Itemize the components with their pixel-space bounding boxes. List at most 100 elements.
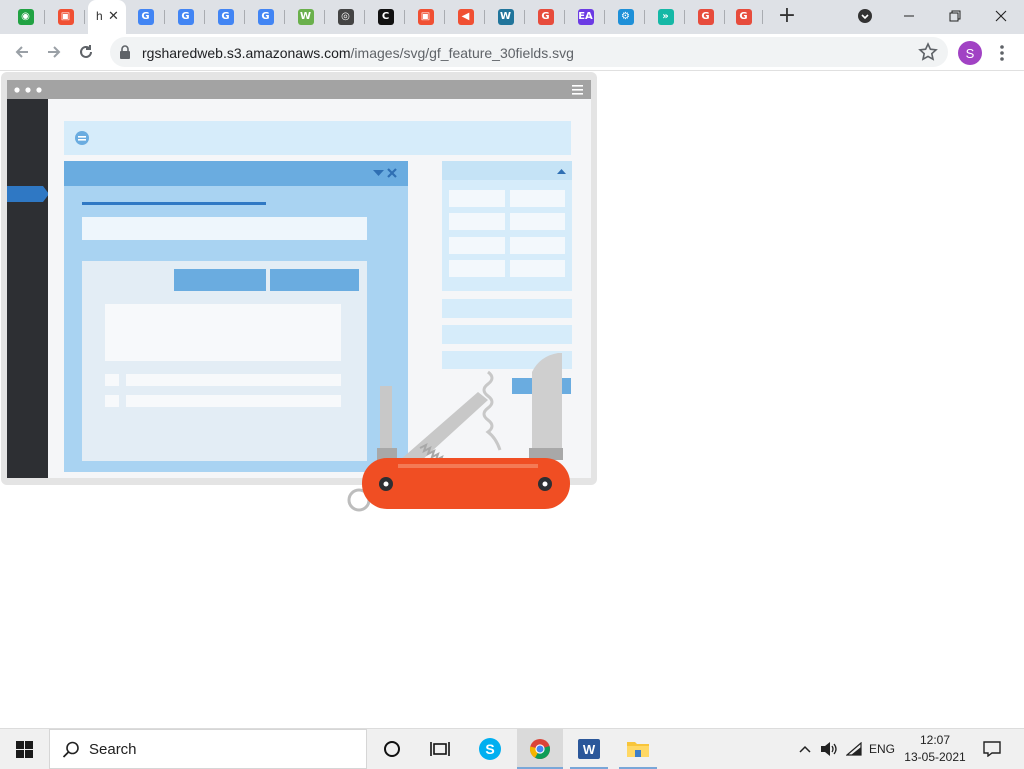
browser-tab[interactable]: G <box>246 0 285 34</box>
start-button[interactable] <box>0 729 48 769</box>
cortana-button[interactable] <box>372 729 412 769</box>
browser-tab[interactable]: ◉ <box>6 0 45 34</box>
network-button[interactable] <box>843 729 865 769</box>
arrows-favicon-icon: » <box>657 9 674 25</box>
clock[interactable]: 12:07 13-05-2021 <box>902 732 968 766</box>
forward-arrow-icon <box>48 46 61 58</box>
tab-separator <box>762 10 763 24</box>
show-hidden-icons-button[interactable] <box>795 729 815 769</box>
clock-time: 12:07 <box>919 733 951 747</box>
settings-textarea <box>105 304 341 361</box>
close-window-button[interactable] <box>978 0 1024 32</box>
back-button[interactable] <box>8 38 36 66</box>
taskbar-skype[interactable]: S <box>470 729 510 769</box>
address-bar[interactable]: rgsharedweb.s3.amazonaws.com/images/svg/… <box>110 37 948 67</box>
google-favicon-icon: G <box>257 9 274 25</box>
bookmark-star-icon[interactable] <box>918 42 938 62</box>
form-title-bar <box>64 121 571 155</box>
tab-separator <box>44 10 45 24</box>
browser-tab[interactable]: EA <box>566 0 605 34</box>
megaphone-favicon-icon: ◀ <box>457 9 474 25</box>
tab-separator <box>84 10 85 24</box>
circle-favicon-icon: ◎ <box>337 9 354 25</box>
tab-separator <box>284 10 285 24</box>
tab-separator <box>364 10 365 24</box>
reload-button[interactable] <box>72 38 100 66</box>
ea-favicon-icon: EA <box>577 9 594 25</box>
tab-close-icon[interactable]: ✕ <box>108 8 119 24</box>
task-view-button[interactable] <box>420 729 460 769</box>
windows-taskbar: Search S W ENG 12:07 13-05-2021 <box>0 728 1024 769</box>
tab-search-button[interactable] <box>842 0 888 32</box>
clock-date: 13-05-2021 <box>904 750 966 764</box>
lock-icon[interactable] <box>119 45 131 59</box>
app-sidebar <box>7 99 48 478</box>
new-tab-button[interactable]: + <box>776 5 798 28</box>
tab-strip: ◉ ▣ h ✕ G G G G W ◎ C ▣ ◀ W G EA ⚙» G G + <box>0 0 1024 34</box>
browser-tab[interactable]: G <box>126 0 165 34</box>
taskbar-chrome[interactable] <box>517 729 563 769</box>
browser-tab[interactable]: G <box>686 0 725 34</box>
action-center-button[interactable] <box>978 729 1006 769</box>
window-dot-icon <box>25 87 31 93</box>
gear-favicon-icon: ⚙ <box>617 9 634 25</box>
orange-shield-favicon-icon: ▣ <box>57 9 74 25</box>
url-path: /images/svg/gf_feature_30fields.svg <box>350 45 574 61</box>
back-arrow-icon <box>15 46 28 58</box>
browser-tab[interactable]: W <box>286 0 325 34</box>
chrome-menu-icon[interactable] <box>996 42 1008 64</box>
browser-tab[interactable]: ◀ <box>446 0 485 34</box>
reload-icon <box>80 45 92 58</box>
browser-tab[interactable]: » <box>646 0 685 34</box>
minimize-button[interactable] <box>886 0 932 32</box>
tab-separator <box>444 10 445 24</box>
taskbar-search-box[interactable]: Search <box>49 729 367 769</box>
chrome-icon <box>529 739 550 760</box>
forward-button[interactable] <box>40 38 68 66</box>
checkbox-2 <box>105 395 119 407</box>
browser-tab[interactable]: ▣ <box>46 0 85 34</box>
checkbox-2-label <box>126 395 341 407</box>
search-icon <box>62 741 79 758</box>
tab-title: h <box>96 9 103 23</box>
browser-tab[interactable]: G <box>526 0 565 34</box>
wifi-icon <box>846 742 862 756</box>
browser-tab[interactable]: ◎ <box>326 0 365 34</box>
tab-separator <box>204 10 205 24</box>
g-red-favicon-icon: G <box>697 9 714 25</box>
tab-separator <box>324 10 325 24</box>
profile-avatar[interactable]: S <box>958 41 982 65</box>
search-label: Search <box>89 741 137 758</box>
volume-button[interactable] <box>818 729 840 769</box>
folder-icon <box>627 742 649 757</box>
word-icon: W <box>578 739 600 759</box>
browser-tab[interactable]: C <box>366 0 405 34</box>
gravity-forms-logo-icon <box>75 131 89 145</box>
url-text: rgsharedweb.s3.amazonaws.com/images/svg/… <box>142 45 574 61</box>
window-menu-icon <box>572 85 583 95</box>
window-dot-icon <box>14 87 20 93</box>
tab-separator <box>164 10 165 24</box>
browser-tab[interactable]: ▣ <box>406 0 445 34</box>
browser-tab[interactable]: ⚙ <box>606 0 645 34</box>
tab-separator <box>604 10 605 24</box>
taskbar-word[interactable]: W <box>566 729 612 769</box>
settings-tab-2 <box>270 269 359 291</box>
browser-tab[interactable]: G <box>206 0 245 34</box>
browser-tab[interactable]: W <box>486 0 525 34</box>
google-favicon-icon: G <box>177 9 194 25</box>
tab-separator <box>524 10 525 24</box>
notification-icon <box>983 741 1001 757</box>
w-favicon-icon: W <box>297 9 314 25</box>
restore-button[interactable] <box>932 0 978 32</box>
tab-active[interactable]: h ✕ <box>88 0 126 34</box>
google-favicon-icon: G <box>137 9 154 25</box>
browser-tab[interactable]: G <box>724 0 763 34</box>
collapsed-section-1 <box>442 299 572 318</box>
window-dot-icon <box>36 87 42 93</box>
field-dialog-header <box>64 161 408 186</box>
taskbar-file-explorer[interactable] <box>615 729 661 769</box>
sidebar-active-marker <box>7 186 49 202</box>
browser-tab[interactable]: G <box>166 0 205 34</box>
language-indicator[interactable]: ENG <box>866 729 898 769</box>
